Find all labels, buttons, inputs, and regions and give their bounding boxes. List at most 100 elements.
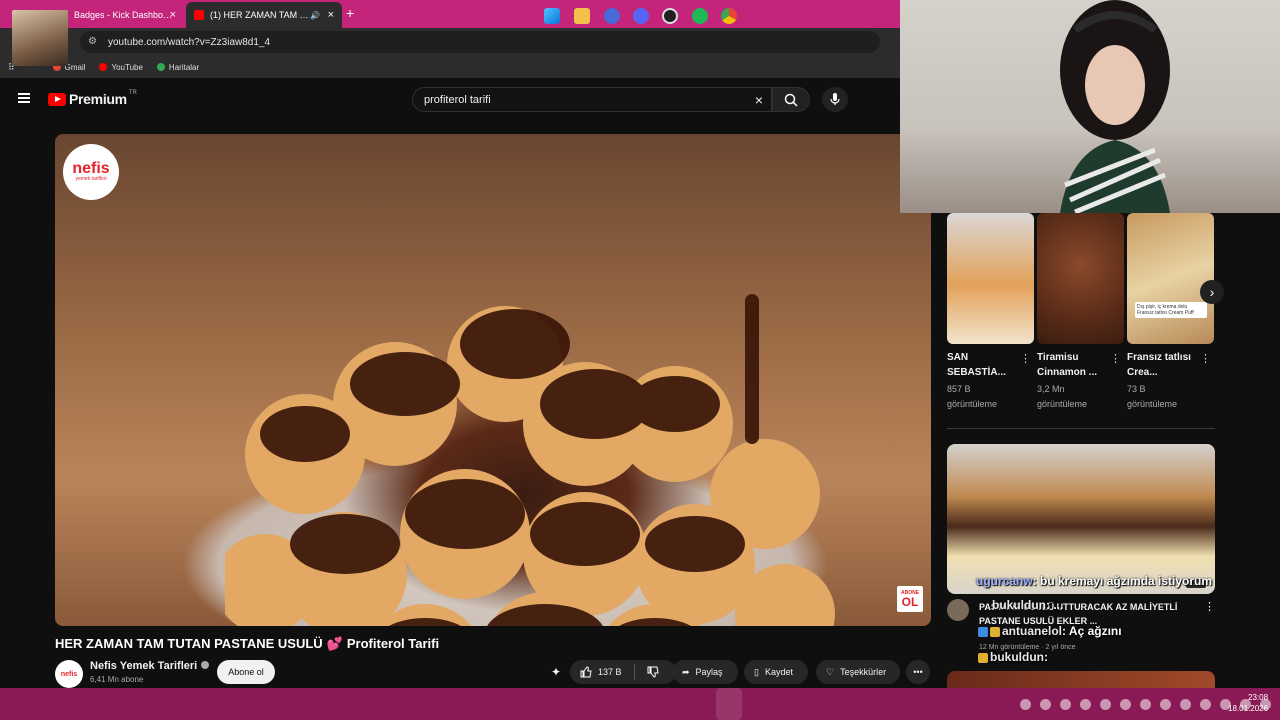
short-title: Fransız tatlısı Crea... bbox=[1127, 352, 1191, 378]
tray-icon[interactable] bbox=[1080, 699, 1091, 710]
search-icon bbox=[784, 93, 798, 107]
short-views: 857 B görüntüleme bbox=[947, 384, 998, 409]
bookmarks-bar: ⠿ Gmail YouTube Haritalar bbox=[0, 56, 900, 78]
tray-icon[interactable] bbox=[1060, 699, 1071, 710]
tray-icon[interactable] bbox=[1140, 699, 1151, 710]
subscriber-count: 6,41 Mn abone bbox=[90, 675, 144, 684]
more-vert-icon[interactable]: ⋮ bbox=[1020, 352, 1031, 365]
clear-search-icon[interactable]: × bbox=[755, 92, 763, 108]
channel-avatar[interactable] bbox=[947, 599, 969, 621]
youtube-header: Premium TR profiterol tarifi × bbox=[0, 80, 900, 118]
thanks-button[interactable]: ♡ Teşekkürler bbox=[816, 660, 900, 684]
like-button[interactable]: 137 B bbox=[580, 666, 622, 678]
tray-icon[interactable] bbox=[1120, 699, 1131, 710]
youtube-premium-logo[interactable]: Premium TR bbox=[48, 90, 137, 107]
super-thanks-icon: ♡ bbox=[826, 666, 835, 677]
chrome-icon[interactable] bbox=[721, 8, 737, 24]
streamer-webcam bbox=[900, 0, 1280, 213]
tab-label: Badges - Kick Dashboard bbox=[74, 10, 174, 20]
tray-icon[interactable] bbox=[1160, 699, 1171, 710]
active-app-indicator bbox=[716, 688, 742, 720]
screen: Badges - Kick Dashboard × (1) HER ZAMAN … bbox=[0, 0, 1280, 720]
tray-icon[interactable] bbox=[1100, 699, 1111, 710]
browser-tab-bar: Badges - Kick Dashboard × (1) HER ZAMAN … bbox=[0, 0, 900, 28]
short-views: 3,2 Mn görüntüleme bbox=[1037, 384, 1088, 409]
recommended-video-thumbnail[interactable] bbox=[947, 444, 1215, 594]
system-clock[interactable]: 23:08 18.01.2026 bbox=[1228, 692, 1268, 714]
share-button[interactable]: ➦ Paylaş bbox=[672, 660, 738, 684]
share-icon: ➦ bbox=[682, 666, 690, 677]
close-icon[interactable]: × bbox=[328, 9, 334, 21]
short-title: Tiramisu Cinnamon ... bbox=[1037, 352, 1097, 378]
tray-icon[interactable] bbox=[1180, 699, 1191, 710]
streamer-figure bbox=[1060, 0, 1170, 213]
like-dislike-group: 137 B bbox=[570, 660, 676, 684]
short-title: SAN SEBASTİA... bbox=[947, 352, 1006, 378]
channel-watermark-logo: nefis yemek tarifleri bbox=[63, 144, 119, 200]
more-vert-icon[interactable]: ⋮ bbox=[1110, 352, 1121, 365]
video-title: HER ZAMAN TAM TUTAN PASTANE USULÜ 💕 Profit… bbox=[55, 636, 440, 651]
thumbs-down-icon[interactable] bbox=[647, 666, 659, 678]
verified-icon bbox=[201, 661, 210, 669]
channel-avatar[interactable]: nefis bbox=[55, 660, 83, 688]
streamer-facecam-small bbox=[12, 10, 68, 66]
obs-icon[interactable] bbox=[662, 8, 678, 24]
bookmark-youtube[interactable]: YouTube bbox=[99, 63, 143, 72]
subscribe-watermark[interactable]: ABONE OL bbox=[897, 586, 923, 612]
short-views: 73 B görüntüleme bbox=[1127, 384, 1178, 409]
file-explorer-icon[interactable] bbox=[574, 8, 590, 24]
bookmark-icon: ▯ bbox=[754, 666, 759, 677]
search-input[interactable]: profiterol tarifi × bbox=[412, 87, 772, 112]
profiterole-image bbox=[225, 294, 835, 626]
short-thumbnail[interactable]: Dış pişir, iç krema dolu Fransız tatlısı… bbox=[1127, 213, 1214, 344]
more-actions-button[interactable]: ••• bbox=[906, 660, 930, 684]
search-button[interactable] bbox=[772, 87, 810, 112]
youtube-icon bbox=[99, 63, 108, 71]
close-icon[interactable]: × bbox=[170, 9, 176, 21]
tab-label: (1) HER ZAMAN TAM TUTAN bbox=[210, 10, 310, 20]
badge-icon bbox=[990, 626, 1000, 637]
new-tab-button[interactable]: + bbox=[346, 5, 354, 21]
youtube-icon bbox=[194, 10, 204, 20]
badge-icon bbox=[978, 626, 988, 637]
tab-kick-dashboard[interactable]: Badges - Kick Dashboard × bbox=[50, 2, 184, 28]
ask-ai-icon[interactable]: ✦ bbox=[551, 665, 561, 679]
thumbs-up-icon bbox=[580, 666, 592, 678]
tray-icon[interactable] bbox=[1200, 699, 1211, 710]
app-icon[interactable] bbox=[604, 8, 620, 24]
short-info[interactable]: Tiramisu Cinnamon ... 3,2 Mn görüntüleme… bbox=[1037, 350, 1121, 412]
bookmark-maps[interactable]: Haritalar bbox=[156, 63, 199, 72]
chat-message: antuanelol: Aç ağzını bbox=[978, 624, 1122, 638]
chevron-right-icon[interactable]: › bbox=[1200, 280, 1224, 304]
discord-icon[interactable] bbox=[633, 8, 649, 24]
hamburger-menu-icon[interactable] bbox=[18, 93, 30, 103]
divider bbox=[633, 664, 635, 680]
maps-pin-icon bbox=[156, 63, 165, 71]
windows-start-icon[interactable] bbox=[544, 8, 560, 24]
address-bar[interactable]: ⚙ youtube.com/watch?v=Zz3iaw8d1_4 bbox=[80, 31, 880, 53]
short-thumbnail[interactable] bbox=[1037, 213, 1124, 344]
short-thumbnail[interactable] bbox=[947, 213, 1034, 344]
url-text: youtube.com/watch?v=Zz3iaw8d1_4 bbox=[108, 36, 271, 48]
voice-search-button[interactable] bbox=[822, 87, 848, 112]
microphone-icon bbox=[830, 93, 840, 105]
divider bbox=[947, 428, 1215, 429]
video-player[interactable]: nefis yemek tarifleri ABONE OL bbox=[55, 134, 931, 626]
channel-name[interactable]: Nefis Yemek Tarifleri bbox=[90, 660, 210, 672]
short-info[interactable]: SAN SEBASTİA... 857 B görüntüleme ⋮ bbox=[947, 350, 1031, 412]
chat-message: ugurcanw: bu kremayı ağzımda istiyorum bbox=[976, 574, 1213, 588]
tray-icon[interactable] bbox=[1040, 699, 1051, 710]
short-info[interactable]: Fransız tatlısı Crea... 73 B görüntüleme… bbox=[1127, 350, 1211, 412]
site-settings-icon[interactable]: ⚙ bbox=[88, 36, 100, 48]
more-vert-icon[interactable]: ⋮ bbox=[1200, 352, 1211, 365]
tray-icon[interactable] bbox=[1020, 699, 1031, 710]
chat-message: bukuldun: ... bbox=[992, 598, 1064, 612]
badge-icon bbox=[978, 652, 988, 663]
youtube-play-icon bbox=[48, 92, 66, 106]
spotify-icon[interactable] bbox=[692, 8, 708, 24]
subscribe-button[interactable]: Abone ol bbox=[217, 660, 275, 684]
more-vert-icon[interactable]: ⋮ bbox=[1204, 600, 1215, 613]
speaker-icon[interactable]: 🔊 bbox=[310, 11, 320, 20]
tab-youtube-video[interactable]: (1) HER ZAMAN TAM TUTAN 🔊 × bbox=[186, 2, 342, 28]
save-button[interactable]: ▯ Kaydet bbox=[744, 660, 808, 684]
